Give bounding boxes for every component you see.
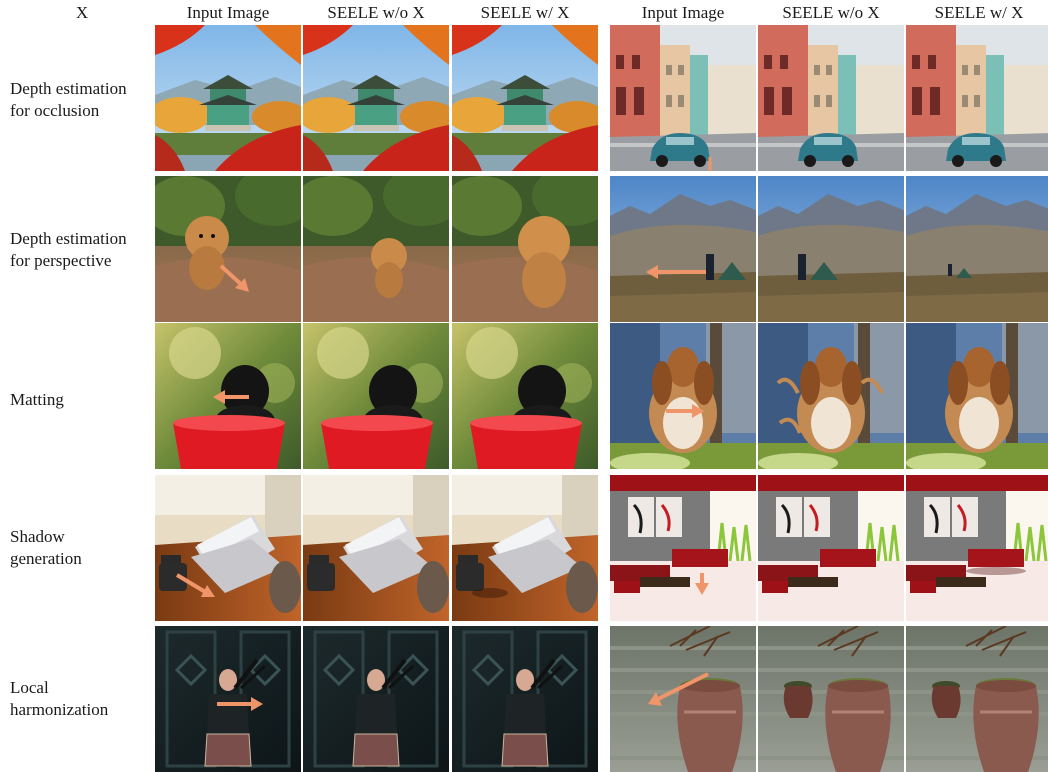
image-harmonization-with-x-left bbox=[452, 626, 598, 772]
image-shadow-without-x-right bbox=[758, 475, 904, 621]
image-occlusion-input-left bbox=[155, 25, 301, 171]
image-occlusion-without-x-right bbox=[758, 25, 904, 171]
image-perspective-with-x-right bbox=[906, 176, 1048, 322]
x-label: X bbox=[75, 3, 89, 22]
row-label-line1: Matting bbox=[10, 390, 64, 409]
image-shadow-with-x-right bbox=[906, 475, 1048, 621]
column-header-seele-with-x-left: SEELE w/ X bbox=[480, 3, 570, 22]
image-shadow-without-x-left bbox=[303, 475, 449, 621]
column-header-seele-with-x-right: SEELE w/ X bbox=[934, 3, 1024, 22]
image-harmonization-without-x-left bbox=[303, 626, 449, 772]
row-label-matting: Matting bbox=[10, 389, 152, 411]
row-label-line2: for perspective bbox=[10, 251, 112, 270]
image-matting-input-right bbox=[610, 323, 756, 469]
row-label-line1: Shadow bbox=[10, 527, 65, 546]
image-matting-input-left bbox=[155, 323, 301, 469]
row-label-depth-occlusion: Depth estimation for occlusion bbox=[10, 78, 152, 122]
image-perspective-without-x-right bbox=[758, 176, 904, 322]
image-harmonization-with-x-right bbox=[906, 626, 1048, 772]
image-harmonization-without-x-right bbox=[758, 626, 904, 772]
image-shadow-with-x-left bbox=[452, 475, 598, 621]
row-label-line1: Depth estimation bbox=[10, 79, 127, 98]
image-matting-with-x-left bbox=[452, 323, 598, 469]
row-label-depth-perspective: Depth estimation for perspective bbox=[10, 228, 152, 272]
image-perspective-input-left bbox=[155, 176, 301, 322]
image-shadow-input-left bbox=[155, 475, 301, 621]
image-perspective-without-x-left bbox=[303, 176, 449, 322]
image-harmonization-input-left bbox=[155, 626, 301, 772]
row-label-shadow-generation: Shadow generation bbox=[10, 526, 152, 570]
row-label-line2: for occlusion bbox=[10, 101, 100, 120]
row-label-line1: Depth estimation bbox=[10, 229, 127, 248]
image-matting-without-x-right bbox=[758, 323, 904, 469]
image-occlusion-input-right bbox=[610, 25, 756, 171]
column-header-input-image-right: Input Image bbox=[641, 3, 725, 22]
row-label-line2: harmonization bbox=[10, 700, 109, 719]
image-perspective-with-x-left bbox=[452, 176, 598, 322]
image-occlusion-with-x-right bbox=[906, 25, 1048, 171]
image-matting-without-x-left bbox=[303, 323, 449, 469]
image-shadow-input-right bbox=[610, 475, 756, 621]
row-label-line1: Local bbox=[10, 678, 49, 697]
image-occlusion-with-x-left bbox=[452, 25, 598, 171]
image-occlusion-without-x-left bbox=[303, 25, 449, 171]
image-harmonization-input-right bbox=[610, 626, 756, 772]
row-label-line2: generation bbox=[10, 549, 82, 568]
row-label-local-harmonization: Local harmonization bbox=[10, 677, 152, 721]
column-header-seele-without-x-left: SEELE w/o X bbox=[327, 3, 425, 22]
image-matting-with-x-right bbox=[906, 323, 1048, 469]
image-perspective-input-right bbox=[610, 176, 756, 322]
column-header-input-image-left: Input Image bbox=[186, 3, 270, 22]
column-header-seele-without-x-right: SEELE w/o X bbox=[782, 3, 880, 22]
